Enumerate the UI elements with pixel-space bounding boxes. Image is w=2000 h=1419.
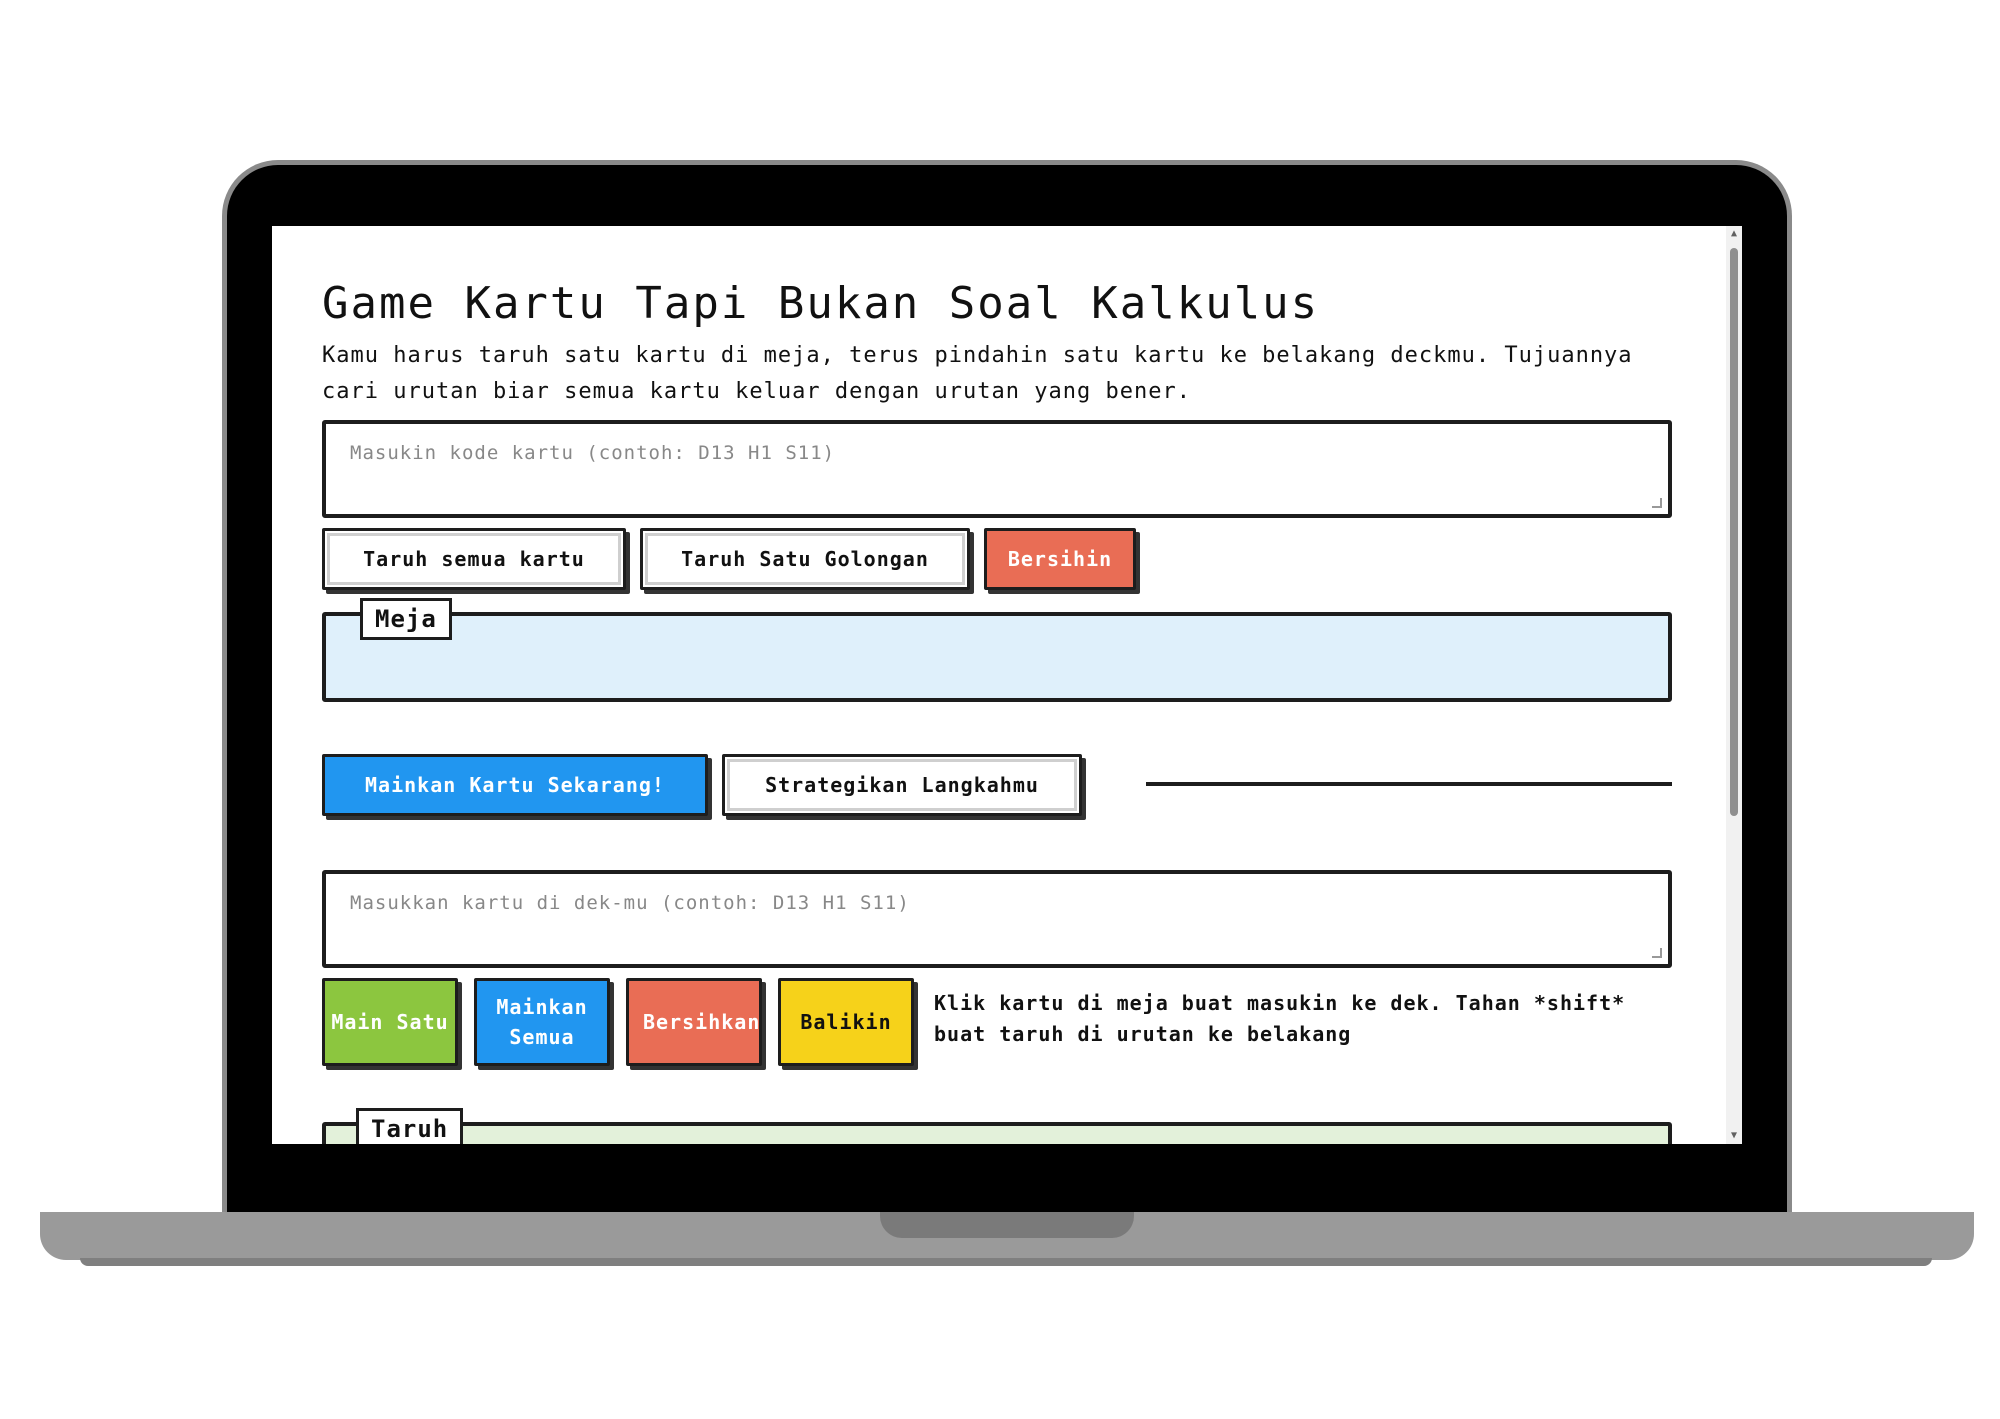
scroll-thumb[interactable] — [1730, 248, 1738, 816]
card-code-input[interactable]: Masukin kode kartu (contoh: D13 H1 S11) — [322, 420, 1672, 518]
deck-input-placeholder: Masukkan kartu di dek-mu (contoh: D13 H1… — [350, 892, 910, 914]
laptop-base-shadow — [80, 1258, 1932, 1266]
table-legend: Meja — [360, 598, 452, 640]
clear-table-button[interactable]: Bersihin — [984, 528, 1136, 590]
drop-legend: Taruh — [356, 1108, 464, 1144]
scroll-down-icon[interactable]: ▼ — [1726, 1128, 1742, 1144]
play-one-button[interactable]: Main Satu — [322, 978, 458, 1066]
section-divider — [1146, 782, 1672, 786]
place-all-button[interactable]: Taruh semua kartu — [322, 528, 626, 590]
scroll-up-icon[interactable]: ▲ — [1726, 226, 1742, 242]
clear-deck-button[interactable]: Bersihkan — [626, 978, 762, 1066]
page-title: Game Kartu Tapi Bukan Soal Kalkulus — [322, 278, 1320, 329]
reverse-button[interactable]: Balikin — [778, 978, 914, 1066]
play-all-button[interactable]: Mainkan Semua — [474, 978, 610, 1066]
page-description: Kamu harus taruh satu kartu di meja, ter… — [322, 343, 1633, 404]
laptop-notch — [880, 1212, 1134, 1238]
deck-input[interactable]: Masukkan kartu di dek-mu (contoh: D13 H1… — [322, 870, 1672, 968]
card-code-placeholder: Masukin kode kartu (contoh: D13 H1 S11) — [350, 442, 836, 464]
table-area[interactable]: Meja — [322, 598, 1672, 702]
play-now-button[interactable]: Mainkan Kartu Sekarang! — [322, 754, 708, 816]
strategize-button[interactable]: Strategikan Langkahmu — [722, 754, 1082, 816]
drop-area[interactable]: Taruh — [322, 1108, 1672, 1144]
place-group-button[interactable]: Taruh Satu Golongan — [640, 528, 970, 590]
vertical-scrollbar[interactable]: ▲ ▼ — [1726, 226, 1742, 1144]
deck-hint: Klik kartu di meja buat masukin ke dek. … — [934, 991, 1626, 1046]
resize-grip-icon[interactable] — [1652, 498, 1662, 508]
resize-grip-icon[interactable] — [1652, 948, 1662, 958]
browser-viewport: Game Kartu Tapi Bukan Soal Kalkulus Kamu… — [272, 226, 1742, 1144]
